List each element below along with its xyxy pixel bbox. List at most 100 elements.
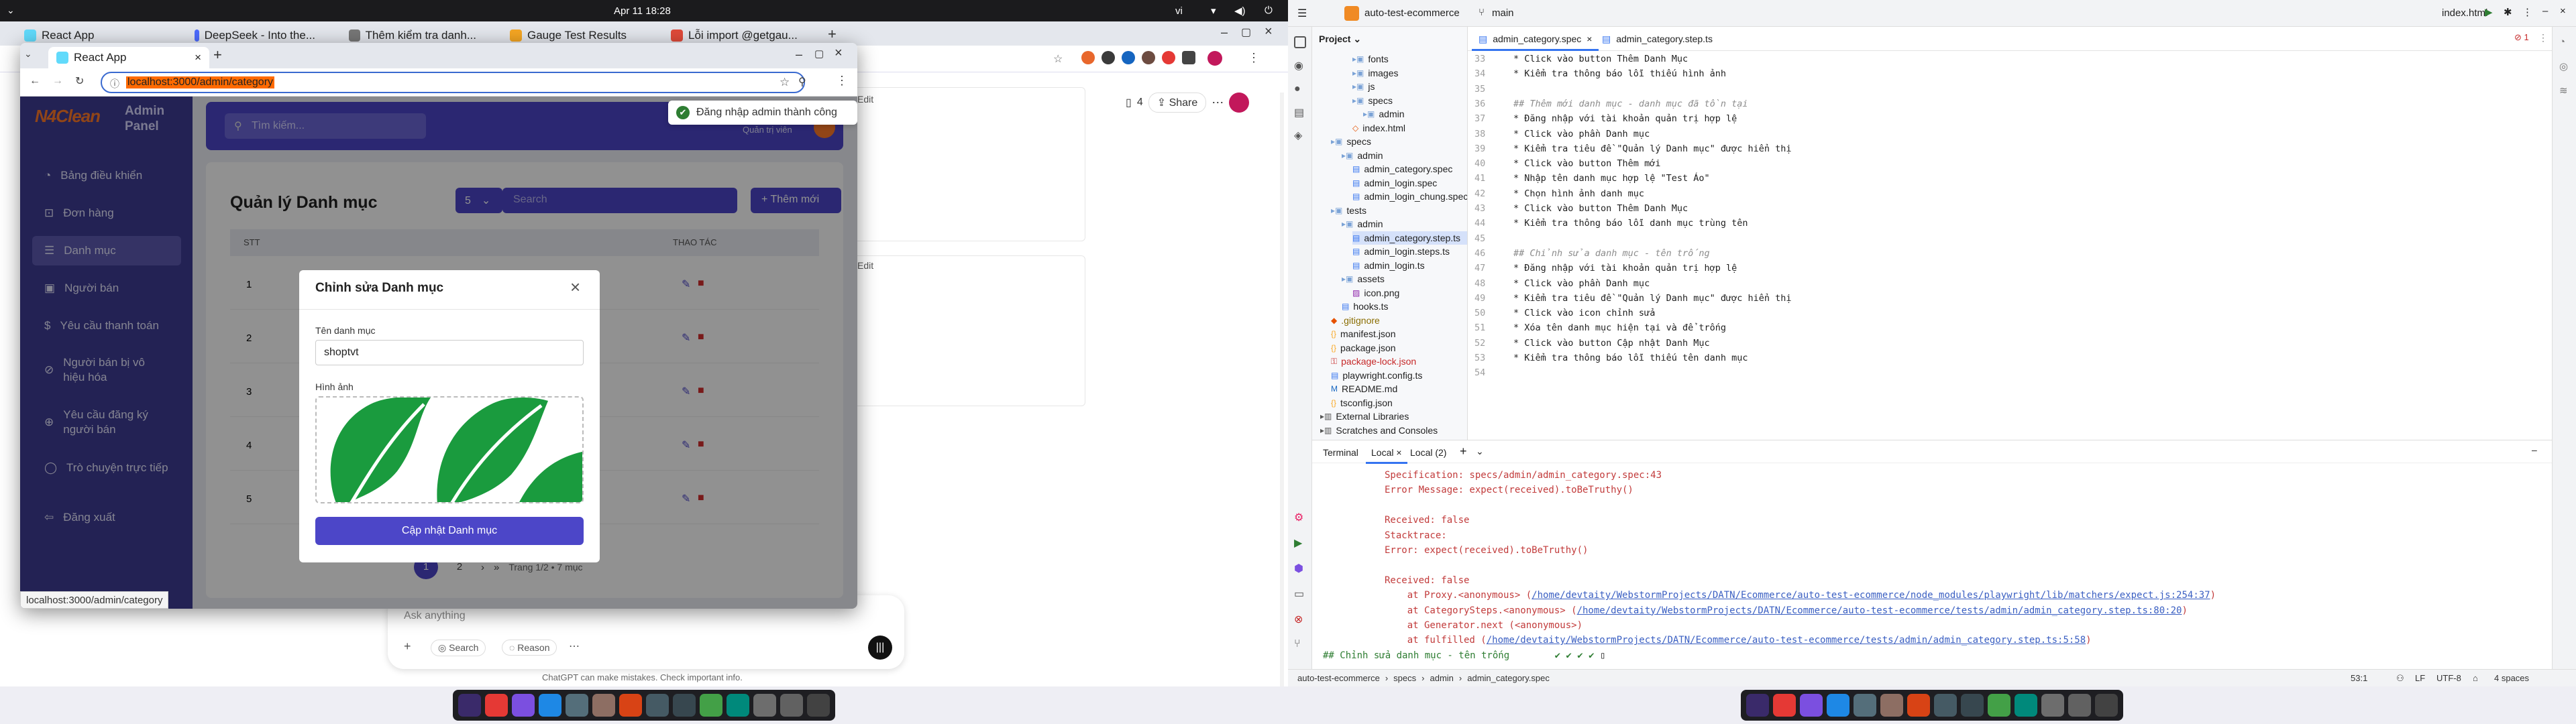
run-tool-icon[interactable]: ▶ [1294,536,1302,550]
tree-item[interactable]: ◇ index.html [1352,121,1405,135]
new-tab-icon[interactable]: + [828,25,837,43]
terminal-output[interactable]: Specification: specs/admin/admin_categor… [1312,470,2552,664]
network-icon[interactable]: ▾ [1211,5,1216,17]
services-icon[interactable]: ⚙ [1294,511,1303,524]
extension-icon[interactable] [1102,51,1115,64]
minimize-icon[interactable]: – [1221,25,1228,40]
indent-setting[interactable]: 4 spaces [2494,673,2529,683]
tree-item[interactable]: {} tsconfig.json [1331,396,1393,410]
file-encoding[interactable]: UTF-8 [2436,673,2461,683]
close-icon[interactable]: × [2560,5,2566,17]
tree-item[interactable]: M README.md [1331,382,1397,396]
tree-item[interactable]: ▤ admin_login.ts [1352,259,1425,272]
chat-input[interactable]: Ask anything [404,610,466,622]
app-icon[interactable] [619,694,642,717]
power-icon[interactable]: ⏻ [1265,5,1273,16]
close-icon[interactable]: × [1265,24,1273,40]
settings-icon[interactable] [807,694,830,717]
input-language[interactable]: vi [1175,5,1183,17]
error-indicator-icon[interactable]: ⊘ 1 [2514,32,2529,43]
app-icon[interactable] [1934,694,1957,717]
close-tab-icon[interactable]: × [1587,34,1592,44]
tree-item[interactable]: ▸▣ images [1352,66,1399,80]
tab-admin-category-spec[interactable]: ▤ admin_category.spec × [1472,27,1599,51]
menu-icon[interactable]: ☰ [1297,7,1307,20]
extension-icon[interactable] [1162,51,1175,64]
more-icon[interactable]: ⋯ [1212,96,1224,110]
tree-item[interactable]: ▤ admin_login.spec [1352,176,1437,190]
assistant-icon[interactable]: ◎ [2559,60,2568,72]
more-icon[interactable]: ⋮ [2522,6,2532,18]
minimize-icon[interactable]: – [2532,444,2537,455]
tree-item[interactable]: ▤ playwright.config.ts [1331,369,1422,382]
extension-icon[interactable] [1142,51,1155,64]
structure-icon[interactable]: ▤ [1294,106,1304,119]
close-icon[interactable]: × [835,46,843,61]
site-info-icon[interactable]: ⓘ [110,77,119,90]
line-separator[interactable]: LF [2415,673,2425,683]
app-icon[interactable] [727,694,749,717]
app-icon[interactable] [753,694,776,717]
tree-item[interactable]: ▤ admin_login.steps.ts [1352,245,1450,258]
tab-react-app[interactable]: React App × [48,47,209,68]
tree-item[interactable]: ▸▥ External Libraries [1320,410,1409,423]
app-icon[interactable] [673,694,696,717]
breadcrumb-item[interactable]: auto-test-ecommerce [1297,673,1380,683]
maximize-icon[interactable]: ▢ [814,48,824,60]
app-icon[interactable] [592,694,615,717]
ide-icon[interactable] [512,694,535,717]
edit-label[interactable]: Edit [857,94,873,105]
voice-icon[interactable]: ||| [868,636,892,660]
extension-icon[interactable] [1081,51,1095,64]
scrollbar[interactable] [1280,93,1284,696]
tree-item[interactable]: ▨ icon.png [1352,286,1399,300]
file-link[interactable]: /home/devtaity/WebstormProjects/DATN/Eco… [1487,635,2086,646]
image-dropzone[interactable] [315,396,584,503]
bookmark-icon[interactable]: ▯ [1126,96,1132,109]
tab-local-2[interactable]: Local (2) [1410,447,1446,458]
app-icon[interactable] [1988,694,2010,717]
tree-item[interactable]: ▸▥ Scratches and Consoles [1320,424,1438,437]
tree-item[interactable]: ▤ admin_category.step.ts [1352,231,1467,245]
url-text[interactable]: localhost:3000/admin/category [126,76,275,88]
reason-button[interactable]: ◌ Reason [502,640,557,656]
forward-icon[interactable]: → [52,75,63,87]
update-category-button[interactable]: Cập nhật Danh mục [315,517,584,545]
maximize-icon[interactable]: ▢ [1241,25,1251,39]
run-config[interactable]: index.html [2442,7,2487,19]
debug-icon[interactable]: ✱ [2504,6,2512,18]
git-tool-icon[interactable]: ⑂ [1294,638,1301,650]
database-icon[interactable]: ≋ [2559,84,2568,97]
search-button[interactable]: ◎ Search [431,640,486,656]
file-link[interactable]: /home/devtaity/WebstormProjects/DATN/Eco… [1577,605,2182,616]
minimize-icon[interactable]: – [796,48,802,62]
app-icon[interactable] [1907,694,1930,717]
breadcrumb-item[interactable]: specs [1393,673,1416,683]
extension-icon[interactable] [1122,51,1135,64]
terminal-tool-icon[interactable]: ▭ [1294,587,1304,601]
commit-icon[interactable]: ◉ [1294,59,1303,72]
star-icon[interactable]: ☆ [1053,52,1063,66]
tree-item[interactable]: {} manifest.json [1331,327,1396,341]
settings-icon[interactable] [2095,694,2118,717]
profile-avatar[interactable] [1208,51,1222,66]
tree-item[interactable]: ▸▣ admin [1342,149,1383,162]
extensions-icon[interactable] [1182,51,1195,64]
tab-admin-category-step[interactable]: ▤ admin_category.step.ts [1595,27,1719,51]
terminal-app-icon[interactable] [1746,694,1769,717]
tree-item[interactable]: ▸▣ fonts [1352,52,1389,66]
readonly-icon[interactable]: ⌂ [2473,673,2478,683]
avatar[interactable] [1229,93,1250,113]
tree-item[interactable]: ▸▣ specs [1331,135,1371,148]
tree-item[interactable]: ▸▣ assets [1342,272,1385,286]
close-icon[interactable]: × [570,277,580,298]
tree-item[interactable]: ⚿ package-lock.json [1331,355,1416,368]
panel-title[interactable]: Project [1319,34,1350,44]
clock[interactable]: Apr 11 18:28 [614,5,671,17]
app-icon[interactable] [1854,694,1876,717]
chevron-down-icon[interactable]: ⌄ [7,5,15,16]
app-icon[interactable] [700,694,722,717]
app-icon[interactable] [1880,694,1903,717]
breadcrumb-item[interactable]: admin_category.spec [1467,673,1550,683]
tree-item[interactable]: ▤ admin_category.spec [1352,162,1452,176]
